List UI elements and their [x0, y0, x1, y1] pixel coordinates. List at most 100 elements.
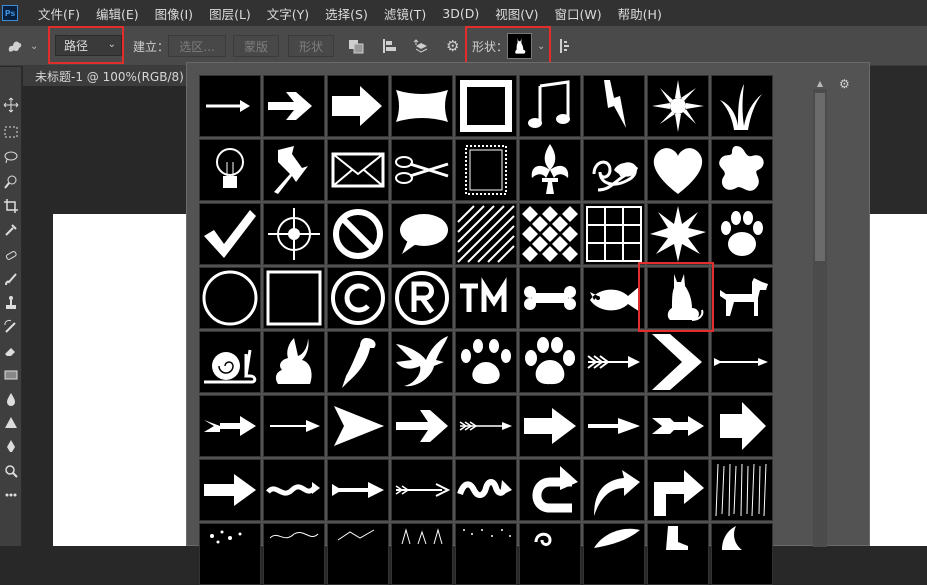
paw-print-3-icon[interactable]	[519, 331, 581, 393]
scroll-up-arrow-icon[interactable]: ▲	[815, 79, 825, 89]
arrow-curved-icon[interactable]	[583, 459, 645, 521]
document-canvas-edge[interactable]	[870, 214, 927, 546]
menu-image[interactable]: 图像(I)	[147, 4, 201, 23]
cat-icon[interactable]	[647, 267, 709, 329]
hatch-pattern-icon[interactable]	[455, 203, 517, 265]
paw-print-2-icon[interactable]	[455, 331, 517, 393]
custom-shape-tool-icon[interactable]	[6, 37, 24, 55]
tool-preset-chevron-icon[interactable]: ⌄	[30, 26, 38, 66]
texture-scribble-icon[interactable]	[263, 523, 325, 585]
rabbit-icon[interactable]	[263, 331, 325, 393]
texture-lines-icon[interactable]	[711, 459, 773, 521]
texture-splatter-icon[interactable]	[199, 523, 261, 585]
speech-bubble-icon[interactable]	[391, 203, 453, 265]
document-tab[interactable]: 未标题-1 @ 100%(RGB/8) ×	[23, 66, 202, 86]
make-shape-button[interactable]: 形状	[288, 35, 334, 57]
clone-stamp-tool-icon[interactable]	[3, 295, 19, 311]
arrow-wide-icon[interactable]	[391, 395, 453, 457]
arrow-feather-2-icon[interactable]	[455, 395, 517, 457]
lightning-icon[interactable]	[583, 75, 645, 137]
flower-burst-icon[interactable]	[647, 75, 709, 137]
menu-type[interactable]: 文字(Y)	[259, 4, 317, 23]
arrow-right-fat-icon[interactable]	[199, 459, 261, 521]
parrot-icon[interactable]	[327, 331, 389, 393]
arrow-squiggle-icon[interactable]	[455, 459, 517, 521]
lightbulb-icon[interactable]	[199, 139, 261, 201]
arrow-thin-icon[interactable]	[199, 75, 261, 137]
arrow-sharp-icon[interactable]	[583, 395, 645, 457]
dove-icon[interactable]	[391, 331, 453, 393]
arrow-sketch-icon[interactable]	[391, 459, 453, 521]
frame-rough-icon[interactable]	[455, 75, 517, 137]
scissors-icon[interactable]	[391, 139, 453, 201]
path-alignment-icon[interactable]	[380, 37, 398, 55]
menu-3d[interactable]: 3D(D)	[434, 6, 487, 21]
heart-icon[interactable]	[647, 139, 709, 201]
envelope-icon[interactable]	[327, 139, 389, 201]
arrow-double-tail-icon[interactable]	[647, 395, 709, 457]
scrollbar-thumb[interactable]	[815, 93, 825, 261]
chevron-right-icon[interactable]	[647, 331, 709, 393]
menu-help[interactable]: 帮助(H)	[610, 4, 670, 23]
marquee-tool-icon[interactable]	[3, 124, 19, 140]
menu-edit[interactable]: 编辑(E)	[88, 4, 147, 23]
texture-grass-icon[interactable]	[391, 523, 453, 585]
menu-layer[interactable]: 图层(L)	[201, 4, 259, 23]
pen-tool-icon[interactable]	[3, 439, 19, 455]
ornament-swirl-icon[interactable]	[519, 523, 581, 585]
move-tool-icon[interactable]	[3, 97, 19, 113]
snail-icon[interactable]	[199, 331, 261, 393]
fleur-de-lis-icon[interactable]	[519, 139, 581, 201]
align-edges-icon[interactable]	[558, 37, 576, 55]
crosshair-icon[interactable]	[263, 203, 325, 265]
path-operations-icon[interactable]	[347, 37, 365, 55]
circle-frame-icon[interactable]	[199, 267, 261, 329]
texture-dots-icon[interactable]	[455, 523, 517, 585]
history-brush-tool-icon[interactable]	[3, 319, 19, 335]
healing-brush-tool-icon[interactable]	[3, 247, 19, 263]
arrow-block-2-icon[interactable]	[711, 395, 773, 457]
ink-blot-icon[interactable]	[711, 139, 773, 201]
menu-select[interactable]: 选择(S)	[317, 4, 376, 23]
arrow-wave-icon[interactable]	[263, 459, 325, 521]
gradient-tool-icon[interactable]	[3, 367, 19, 383]
menu-window[interactable]: 窗口(W)	[547, 4, 610, 23]
gear-icon[interactable]: ⚙	[446, 26, 459, 66]
menu-view[interactable]: 视图(V)	[487, 4, 546, 23]
trademark-icon[interactable]	[455, 267, 517, 329]
quick-selection-tool-icon[interactable]	[3, 174, 19, 190]
blur-tool-icon[interactable]	[3, 391, 19, 407]
banner-icon[interactable]	[391, 75, 453, 137]
document-canvas[interactable]	[53, 214, 187, 546]
copyright-icon[interactable]	[327, 267, 389, 329]
ornament-leaf-icon[interactable]	[583, 139, 645, 201]
dog-icon[interactable]	[711, 267, 773, 329]
no-sign-icon[interactable]	[327, 203, 389, 265]
zoom-tool-icon[interactable]	[3, 463, 19, 479]
bone-icon[interactable]	[519, 267, 581, 329]
gear-icon[interactable]: ⚙	[839, 77, 857, 93]
pushpin-icon[interactable]	[263, 139, 325, 201]
crop-tool-icon[interactable]	[3, 198, 19, 214]
make-mask-button[interactable]: 蒙版	[233, 35, 279, 57]
dodge-tool-icon[interactable]	[3, 415, 19, 431]
arrow-block-icon[interactable]	[327, 75, 389, 137]
eyedropper-tool-icon[interactable]	[3, 222, 19, 238]
arrow-long-icon[interactable]	[711, 331, 773, 393]
grass-icon[interactable]	[711, 75, 773, 137]
arrow-simple-icon[interactable]	[327, 459, 389, 521]
crescent-icon[interactable]	[711, 523, 773, 585]
boot-icon[interactable]	[647, 523, 709, 585]
starburst-icon[interactable]	[647, 203, 709, 265]
arrow-bold-icon[interactable]	[263, 75, 325, 137]
diamond-checker-icon[interactable]	[519, 203, 581, 265]
square-frame-icon[interactable]	[263, 267, 325, 329]
checkmark-icon[interactable]	[199, 203, 261, 265]
path-arrangement-icon[interactable]	[412, 37, 430, 55]
paw-print-icon[interactable]	[711, 203, 773, 265]
arrow-fat-icon[interactable]	[519, 395, 581, 457]
make-selection-button[interactable]: 选区...	[168, 35, 226, 57]
lasso-tool-icon[interactable]	[3, 149, 19, 165]
arrow-feathered-icon[interactable]	[583, 331, 645, 393]
grid-icon[interactable]	[583, 203, 645, 265]
